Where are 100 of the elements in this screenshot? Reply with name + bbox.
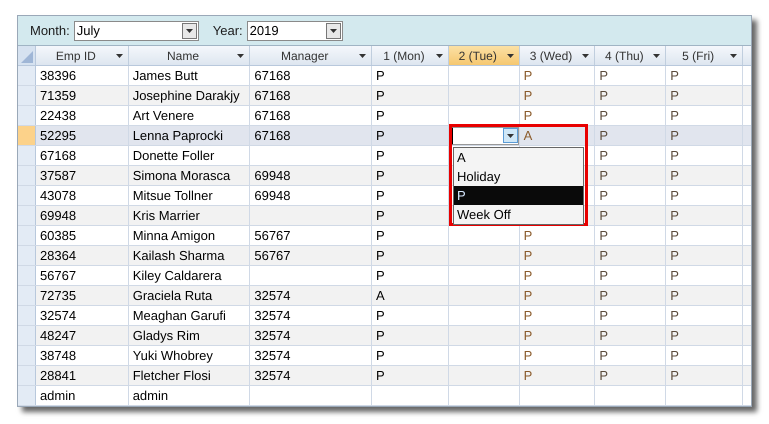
- table-cell-text: P: [376, 86, 385, 105]
- dropdown-option[interactable]: Week Off: [454, 205, 583, 224]
- filter-dropdown[interactable]: July: [74, 20, 199, 40]
- row-selector[interactable]: [18, 146, 36, 165]
- table-cell-text: P: [524, 86, 532, 105]
- row-selector[interactable]: [18, 346, 36, 365]
- table-cell-text: P: [599, 266, 608, 285]
- table-cell-text: P: [670, 186, 679, 205]
- row-selector[interactable]: [18, 166, 36, 185]
- table-cell-text: P: [376, 266, 385, 285]
- table-cell-text: Donette Foller: [132, 146, 214, 165]
- table-cell-text: 32574: [254, 326, 291, 345]
- row-selector[interactable]: [18, 206, 36, 225]
- row-selector[interactable]: [18, 386, 36, 405]
- dropdown-option[interactable]: A: [454, 148, 583, 167]
- table-cell-text: Kiley Caldarera: [132, 266, 222, 285]
- table-cell-text: P: [376, 126, 385, 145]
- row-selector[interactable]: [18, 126, 36, 145]
- row-selector[interactable]: [18, 226, 36, 245]
- caret-down-icon: [436, 54, 443, 58]
- table-cell-text: P: [376, 226, 385, 245]
- table-cell-text: P: [670, 146, 679, 165]
- table-cell-text: 32574: [40, 306, 76, 325]
- table-cell-text: P: [670, 326, 679, 345]
- row-selector[interactable]: [18, 66, 36, 85]
- table-cell-text: Kris Marrier: [132, 206, 200, 225]
- row-selector[interactable]: [18, 266, 36, 285]
- caret-down-icon: [730, 54, 738, 58]
- row-selector[interactable]: [18, 286, 36, 305]
- table-cell-text: P: [524, 286, 532, 305]
- table-cell-text: 43078: [40, 186, 76, 205]
- caret-down-icon: [653, 54, 660, 58]
- table-cell-text: P: [670, 226, 679, 245]
- caret-down-icon: [237, 54, 244, 58]
- table-cell-text: A: [524, 126, 532, 145]
- table-cell-text: P: [599, 226, 608, 245]
- table-cell-text: 28841: [40, 366, 76, 385]
- row-selector[interactable]: [18, 186, 36, 205]
- caret-down-icon: [582, 54, 590, 58]
- table-cell-text: 67168: [254, 86, 291, 105]
- row-selector[interactable]: [18, 326, 36, 345]
- row-selector[interactable]: [18, 246, 36, 265]
- table-cell-text: P: [599, 326, 608, 345]
- filter-label: Month:: [30, 22, 70, 40]
- table-cell-text: 48247: [40, 326, 76, 345]
- filter-dropdown[interactable]: 2019: [246, 20, 343, 40]
- column-header[interactable]: 2 (Tue): [448, 46, 520, 65]
- table-cell-text: P: [376, 366, 385, 385]
- column-header[interactable]: 3 (Wed): [520, 46, 596, 65]
- table-cell-text: P: [670, 246, 679, 265]
- table-cell-text: P: [599, 366, 608, 385]
- dropdown-option[interactable]: Holiday: [454, 167, 583, 186]
- caret-down-icon: [506, 54, 514, 58]
- select-all-corner[interactable]: [18, 46, 36, 65]
- dropdown-option[interactable]: P: [454, 186, 583, 205]
- table-cell-text: P: [376, 106, 385, 125]
- table-cell-text: Lenna Paprocki: [132, 126, 224, 145]
- table-cell-text: P: [599, 86, 608, 105]
- table-cell-text: Simona Morasca: [132, 166, 230, 185]
- combo-field[interactable]: [450, 127, 519, 145]
- row-selector[interactable]: [18, 106, 36, 125]
- table-cell-text: 69948: [254, 166, 291, 185]
- table-cell-text: P: [376, 66, 385, 85]
- table-cell-text: P: [599, 166, 608, 185]
- table-cell-text: 38396: [40, 66, 76, 85]
- table-cell-text: P: [670, 86, 679, 105]
- table-cell-text: Josephine Darakjy: [132, 86, 240, 105]
- table-cell-text: 69948: [254, 186, 291, 205]
- table-cell-text: P: [670, 346, 679, 365]
- table-cell-text: Fletcher Flosi: [132, 366, 211, 385]
- column-header[interactable]: Emp ID: [36, 46, 129, 65]
- table-cell-text: P: [524, 106, 532, 125]
- column-header[interactable]: 4 (Thu): [595, 46, 666, 65]
- table-cell-text: P: [376, 206, 385, 225]
- table-cell-text: 38748: [40, 346, 76, 365]
- table-cell-text: admin: [40, 386, 76, 405]
- table-cell-text: Meaghan Garufi: [132, 306, 226, 325]
- table-cell-text: P: [670, 106, 679, 125]
- table-cell-text: P: [376, 306, 385, 325]
- column-header[interactable]: 5 (Fri): [666, 46, 744, 65]
- table-cell-text: 56767: [254, 226, 291, 245]
- table-cell-text: Minna Amigon: [132, 226, 216, 245]
- column-header[interactable]: Name: [128, 46, 250, 65]
- table-cell-text: P: [376, 246, 385, 265]
- column-header[interactable]: Manager: [250, 46, 372, 65]
- table-cell-text: P: [599, 106, 608, 125]
- row-selector[interactable]: [18, 366, 36, 385]
- table-cell-text: P: [599, 146, 608, 165]
- row-selector[interactable]: [18, 86, 36, 105]
- table-cell-text: 22438: [40, 106, 76, 125]
- table-cell-text: James Butt: [132, 66, 198, 85]
- table-cell-text: P: [524, 306, 532, 325]
- table-cell-text: 56767: [254, 246, 291, 265]
- caret-down-icon: [359, 54, 366, 58]
- table-cell-text: P: [524, 326, 532, 345]
- row-selector[interactable]: [18, 306, 36, 325]
- table-cell-text: P: [376, 326, 385, 345]
- table-cell-text: Gladys Rim: [132, 326, 200, 345]
- table-cell-text: 69948: [40, 206, 76, 225]
- table-cell-text: P: [599, 186, 608, 205]
